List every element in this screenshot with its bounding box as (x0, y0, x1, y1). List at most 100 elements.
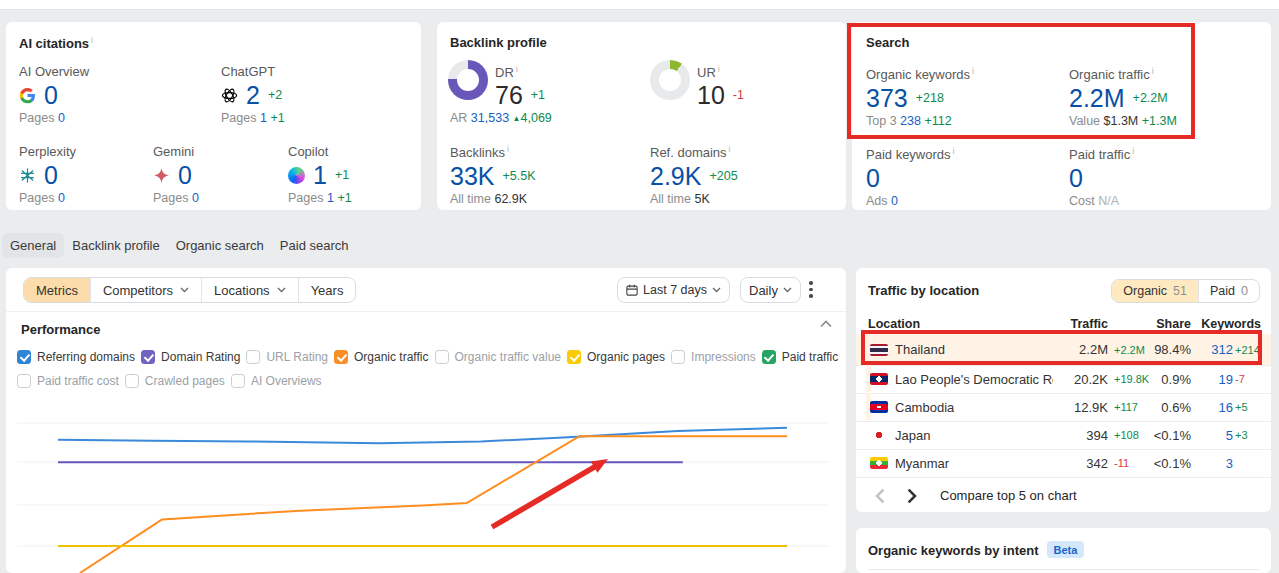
toggle-organic[interactable]: Organic51 (1112, 280, 1198, 302)
perplexity-metric: Perplexity 0 Pages 0 (19, 142, 76, 205)
prev-page-button[interactable] (873, 488, 889, 504)
chatgpt-icon (221, 87, 238, 104)
flag-icon-thailand (870, 344, 888, 356)
performance-chart (6, 395, 846, 573)
compare-top5-link[interactable]: Compare top 5 on chart (940, 481, 1077, 509)
page: AI citationsi AI Overview 0 Pages 0 Chat… (0, 0, 1279, 573)
keywords-value[interactable]: 312 (1211, 334, 1233, 365)
copilot-metric: Copilot 1 +1 Pages 1 +1 (288, 142, 352, 205)
gemini-metric: Gemini 0 Pages 0 (153, 142, 199, 205)
keywords-value[interactable]: 5 (1226, 421, 1233, 449)
filter-locations[interactable]: Locations (201, 278, 298, 302)
granularity-button[interactable]: Daily (740, 277, 801, 303)
keywords-change: -7 (1235, 365, 1245, 393)
perplexity-value[interactable]: 0 (44, 161, 58, 190)
checkbox-icon[interactable] (567, 350, 581, 364)
organic-keywords-value[interactable]: 373 (866, 84, 908, 113)
ai-overview-pages[interactable]: 0 (58, 111, 65, 125)
checkbox-icon[interactable] (246, 350, 260, 364)
location-row-laos[interactable]: Lao People's Democratic Reput20.2K+19.8K… (856, 365, 1271, 394)
chevron-down-icon (180, 287, 189, 293)
ai-overview-value[interactable]: 0 (44, 81, 58, 110)
paid-keywords-value[interactable]: 0 (866, 164, 880, 193)
tab-backlink-profile[interactable]: Backlink profile (64, 233, 167, 258)
organic-traffic-metric: Organic traffici 2.2M+2.2M Value $1.3M +… (1069, 62, 1177, 128)
location-row-japan[interactable]: Japan394+108<0.1%5+3 (856, 421, 1271, 450)
top-white-strip (0, 0, 1279, 10)
keywords-value[interactable]: 16 (1219, 393, 1233, 421)
traffic-value: 20.2K (1074, 365, 1108, 393)
location-name: Japan (895, 421, 930, 449)
ref-domains-value[interactable]: 2.9K (650, 162, 701, 191)
checkbox-icon[interactable] (435, 350, 449, 364)
metric-checkbox-ai-overviews[interactable]: AI Overviews (231, 374, 322, 388)
date-range-button[interactable]: Last 7 days (617, 277, 730, 303)
share-value: <0.1% (1154, 449, 1191, 477)
metric-checkbox-referring-domains[interactable]: Referring domains (17, 350, 135, 364)
organic-paid-toggle: Organic51 Paid0 (1111, 279, 1260, 303)
metric-checkbox-organic-traffic-value[interactable]: Organic traffic value (435, 350, 562, 364)
location-row-myanmar[interactable]: Myanmar342-11<0.1%3 (856, 449, 1271, 478)
checkbox-icon[interactable] (334, 350, 348, 364)
chatgpt-pages[interactable]: 1 (260, 111, 267, 125)
checkbox-icon[interactable] (231, 374, 245, 388)
paid-traffic-metric: Paid traffici 0 Cost N/A (1069, 142, 1134, 208)
chevron-down-icon (712, 287, 721, 293)
copilot-pages[interactable]: 1 (327, 191, 334, 205)
keywords-value[interactable]: 3 (1226, 449, 1233, 477)
ads-value[interactable]: 0 (891, 194, 898, 208)
gemini-value[interactable]: 0 (178, 161, 192, 190)
tab-organic-search[interactable]: Organic search (168, 233, 272, 258)
checkbox-icon[interactable] (141, 350, 155, 364)
checkbox-icon[interactable] (671, 350, 685, 364)
metric-checkbox-domain-rating[interactable]: Domain Rating (141, 350, 240, 364)
location-row-thailand[interactable]: Thailand2.2M+2.2M98.4%312+214 (856, 334, 1271, 366)
metric-checkbox-organic-traffic[interactable]: Organic traffic (334, 350, 428, 364)
more-options-button[interactable] (809, 281, 813, 301)
checkbox-icon[interactable] (762, 350, 776, 364)
gemini-pages[interactable]: 0 (192, 191, 199, 205)
location-name: Myanmar (895, 449, 949, 477)
location-row-cambodia[interactable]: Cambodia12.9K+1170.6%16+5 (856, 393, 1271, 422)
metric-checkbox-paid-traffic[interactable]: Paid traffic (762, 350, 838, 364)
filter-years[interactable]: Years (298, 278, 356, 302)
ai-overview-metric: AI Overview 0 Pages 0 (19, 62, 89, 125)
copilot-label: Copilot (288, 142, 352, 161)
traffic-by-location-title: Traffic by location (868, 283, 979, 298)
chatgpt-value[interactable]: 2 (246, 81, 260, 110)
metric-checkbox-impressions[interactable]: Impressions (671, 350, 756, 364)
performance-checkbox-row-1: Referring domains Domain Rating URL Rating… (17, 350, 838, 364)
metric-checkbox-paid-traffic-cost[interactable]: Paid traffic cost (17, 374, 119, 388)
tab-paid-search[interactable]: Paid search (272, 233, 357, 258)
share-value: 0.9% (1161, 365, 1191, 393)
top3-value[interactable]: 238 (900, 114, 921, 128)
location-name: Cambodia (895, 393, 954, 421)
ref-domains-metric: Ref. domainsi 2.9K+205 All time 5K (650, 140, 738, 206)
toggle-paid[interactable]: Paid0 (1198, 280, 1259, 302)
gemini-icon (153, 167, 170, 184)
checkbox-icon[interactable] (125, 374, 139, 388)
copilot-value[interactable]: 1 (313, 161, 327, 190)
checkbox-icon[interactable] (17, 374, 31, 388)
organic-traffic-value[interactable]: 2.2M (1069, 84, 1125, 113)
next-page-button[interactable] (903, 488, 919, 504)
metric-checkbox-crawled-pages[interactable]: Crawled pages (125, 374, 225, 388)
tab-general[interactable]: General (2, 233, 64, 258)
filter-competitors[interactable]: Competitors (90, 278, 201, 302)
metric-checkbox-organic-pages[interactable]: Organic pages (567, 350, 665, 364)
ur-value: 10 (697, 81, 725, 110)
checkbox-icon[interactable] (17, 350, 31, 364)
keywords-value[interactable]: 19 (1219, 365, 1233, 393)
ar-value[interactable]: 31,533 (471, 111, 509, 125)
ai-overview-label: AI Overview (19, 62, 89, 81)
backlinks-value[interactable]: 33K (450, 162, 494, 191)
perplexity-pages[interactable]: 0 (58, 191, 65, 205)
filter-metrics[interactable]: Metrics (24, 278, 90, 302)
metric-checkbox-url-rating[interactable]: URL Rating (246, 350, 328, 364)
keywords-change: +3 (1235, 421, 1248, 449)
location-name: Thailand (895, 334, 945, 365)
paid-traffic-value[interactable]: 0 (1069, 164, 1083, 193)
paid-keywords-metric: Paid keywordsi 0 Ads 0 (866, 142, 955, 208)
collapse-chevron-icon[interactable] (820, 320, 832, 328)
chatgpt-label: ChatGPT (221, 62, 285, 81)
